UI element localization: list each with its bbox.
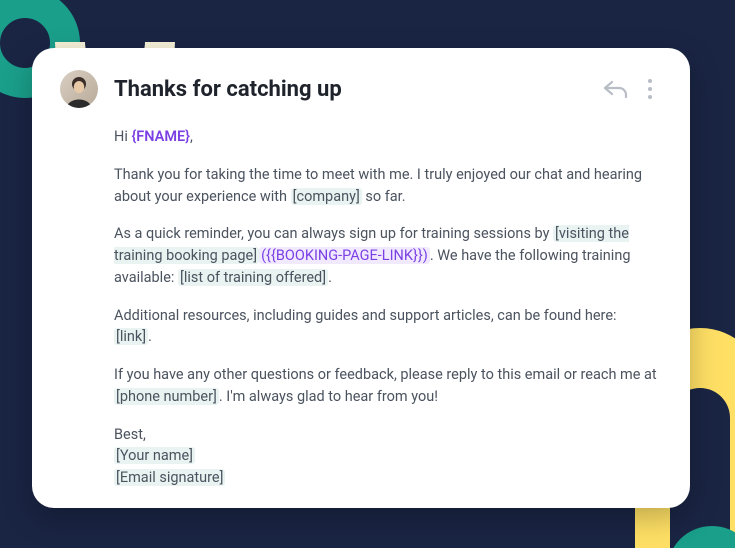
merge-field-fname: {FNAME}: [131, 128, 190, 145]
email-body: Hi {FNAME}, Thank you for taking the tim…: [60, 126, 658, 489]
greeting-line: Hi {FNAME},: [114, 126, 658, 148]
placeholder-your-name: [Your name]: [114, 447, 195, 464]
placeholder-email-signature: [Email signature]: [114, 469, 225, 486]
reply-icon[interactable]: [602, 78, 628, 100]
avatar: [60, 70, 98, 108]
merge-field-booking-link: ({{BOOKING-PAGE-LINK}}): [259, 247, 430, 264]
text: If you have any other questions or feedb…: [114, 366, 657, 383]
paragraph-4: If you have any other questions or feedb…: [114, 364, 658, 408]
paragraph-2: As a quick reminder, you can always sign…: [114, 223, 658, 288]
placeholder-link: [link]: [114, 328, 148, 345]
text: As a quick reminder, you can always sign…: [114, 225, 553, 242]
paragraph-3: Additional resources, including guides a…: [114, 305, 658, 349]
text: . I'm always glad to hear from you!: [219, 388, 438, 405]
placeholder-company: [company]: [291, 188, 362, 205]
header-actions: [602, 77, 658, 101]
text: Hi: [114, 128, 131, 145]
text: .: [328, 269, 332, 286]
signature-block: Best, [Your name] [Email signature]: [114, 424, 658, 489]
email-card: Thanks for catching up Hi {FNAME}, Thank…: [32, 48, 690, 508]
closing: Best,: [114, 426, 146, 443]
placeholder-training-list: [list of training offered]: [178, 269, 328, 286]
text: .: [148, 328, 152, 345]
text: so far.: [362, 188, 406, 205]
more-icon[interactable]: [642, 77, 658, 101]
text: Additional resources, including guides a…: [114, 307, 617, 324]
placeholder-phone: [phone number]: [114, 388, 219, 405]
paragraph-1: Thank you for taking the time to meet wi…: [114, 164, 658, 208]
email-header: Thanks for catching up: [60, 70, 658, 108]
email-subject: Thanks for catching up: [114, 77, 586, 102]
text: ,: [190, 128, 193, 145]
